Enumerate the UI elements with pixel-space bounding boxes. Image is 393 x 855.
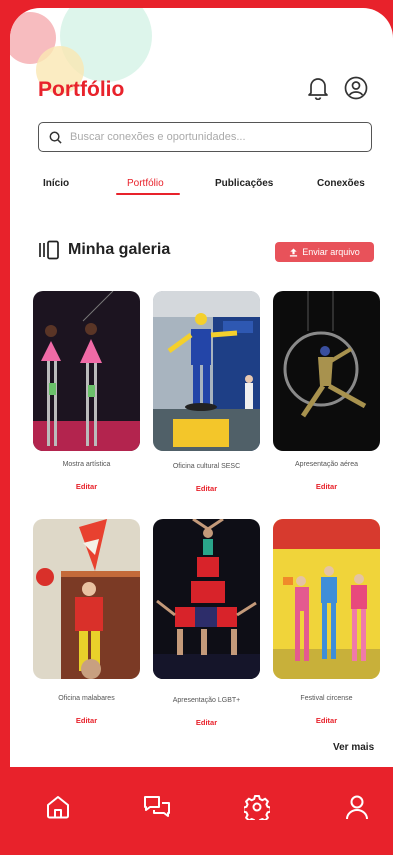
- edit-link[interactable]: Editar: [273, 716, 380, 725]
- gallery-photo[interactable]: [33, 519, 140, 679]
- home-icon[interactable]: [42, 791, 74, 823]
- tab-portfolio[interactable]: Portfólio: [127, 178, 164, 189]
- search-icon: [49, 131, 62, 144]
- page-title: Portfólio: [38, 78, 125, 101]
- upload-icon: [290, 247, 298, 257]
- settings-icon[interactable]: [241, 791, 273, 823]
- user-account-icon[interactable]: [342, 74, 370, 102]
- gallery-photo[interactable]: [153, 291, 260, 451]
- app-screen: Portfólio Início Portfólio Publicações C…: [10, 8, 393, 855]
- profile-icon[interactable]: [341, 791, 373, 823]
- search-bar[interactable]: [38, 122, 372, 152]
- bottom-navigation: [10, 767, 393, 855]
- gallery-icon: [38, 240, 60, 265]
- search-input[interactable]: [68, 130, 352, 144]
- edit-link[interactable]: Editar: [153, 484, 260, 493]
- active-tab-indicator: [116, 193, 180, 195]
- gallery-caption: Mostra artística: [62, 461, 111, 468]
- tab-inicio[interactable]: Início: [43, 178, 69, 189]
- edit-link[interactable]: Editar: [273, 482, 380, 491]
- upload-file-button[interactable]: Enviar arquivo: [275, 242, 374, 262]
- edit-link[interactable]: Editar: [33, 482, 140, 491]
- edit-link[interactable]: Editar: [33, 716, 140, 725]
- tab-bar: Início Portfólio Publicações Conexões: [10, 178, 393, 198]
- gallery-title: Minha galeria: [68, 241, 171, 258]
- gallery-caption: Oficina malabares: [58, 695, 115, 702]
- gallery-caption: Apresentação aérea: [294, 461, 359, 468]
- gallery-caption: Apresentação LGBT+: [172, 697, 241, 704]
- gallery-caption: Oficina cultural SESC: [172, 463, 241, 470]
- notification-bell-icon[interactable]: [304, 74, 332, 102]
- see-more-link[interactable]: Ver mais: [333, 742, 374, 753]
- edit-link[interactable]: Editar: [153, 718, 260, 727]
- gallery-photo[interactable]: [273, 519, 380, 679]
- gallery-photo[interactable]: [33, 291, 140, 451]
- gallery-caption: Festival circense: [300, 695, 353, 702]
- gallery-photo[interactable]: [153, 519, 260, 679]
- tab-conexoes[interactable]: Conexões: [317, 178, 365, 189]
- upload-button-label: Enviar arquivo: [302, 247, 360, 257]
- gallery-photo[interactable]: [273, 291, 380, 451]
- chat-icon[interactable]: [141, 791, 173, 823]
- tab-publicacoes[interactable]: Publicações: [215, 178, 273, 189]
